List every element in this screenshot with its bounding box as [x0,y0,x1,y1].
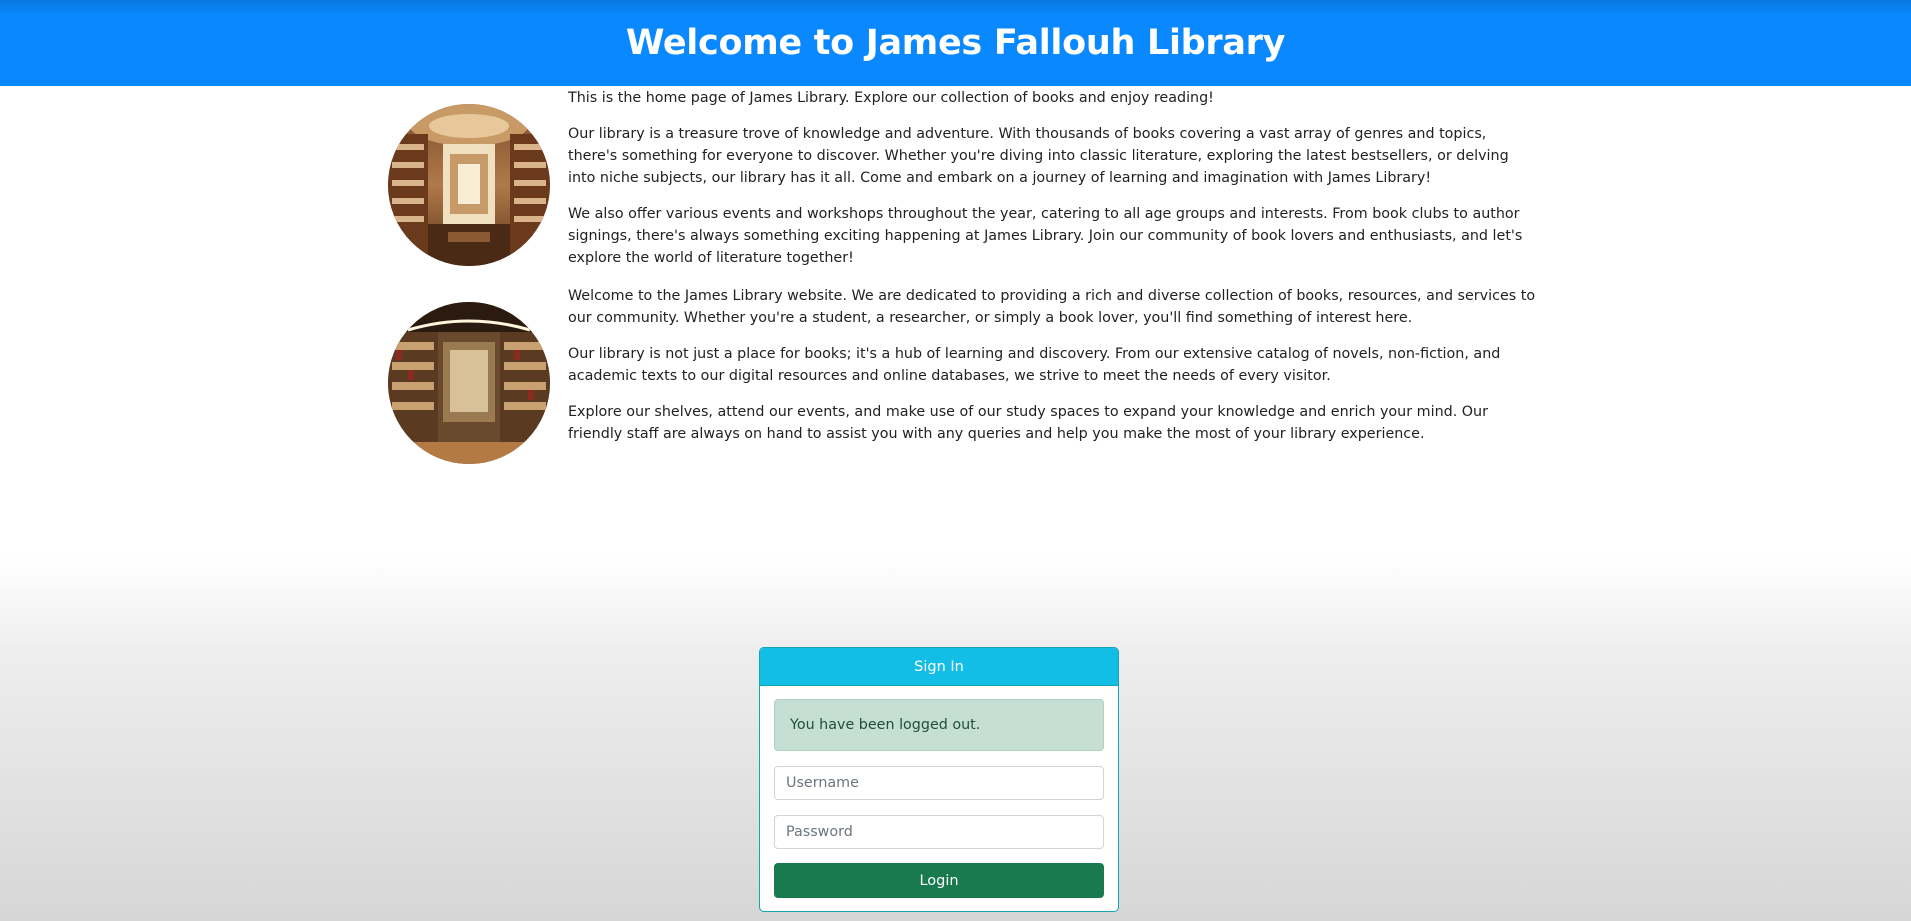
signin-card: Sign In You have been logged out. Login [759,647,1119,912]
login-button[interactable]: Login [774,863,1104,898]
password-input[interactable] [774,815,1104,849]
library-hall-image [388,104,550,266]
page-header: Welcome to James Fallouh Library [0,0,1911,86]
bookshelves-image [388,302,550,464]
username-input[interactable] [774,766,1104,800]
signin-title: Sign In [914,658,964,675]
intro-text-section: This is the home page of James Library. … [568,87,1538,283]
about-paragraph: Welcome to the James Library website. We… [568,288,1536,326]
intro-paragraph: This is the home page of James Library. … [568,90,1214,106]
page-title: Welcome to James Fallouh Library [625,23,1286,63]
intro-paragraph: We also offer various events and worksho… [568,206,1523,266]
about-paragraph: Our library is not just a place for book… [568,346,1501,384]
about-paragraph: Explore our shelves, attend our events, … [568,404,1488,442]
about-text-section: Welcome to the James Library website. We… [568,285,1538,459]
signin-card-header: Sign In [760,648,1118,686]
alert-message: You have been logged out. [790,717,981,733]
intro-paragraph: Our library is a treasure trove of knowl… [568,126,1509,186]
logged-out-alert: You have been logged out. [774,699,1104,751]
